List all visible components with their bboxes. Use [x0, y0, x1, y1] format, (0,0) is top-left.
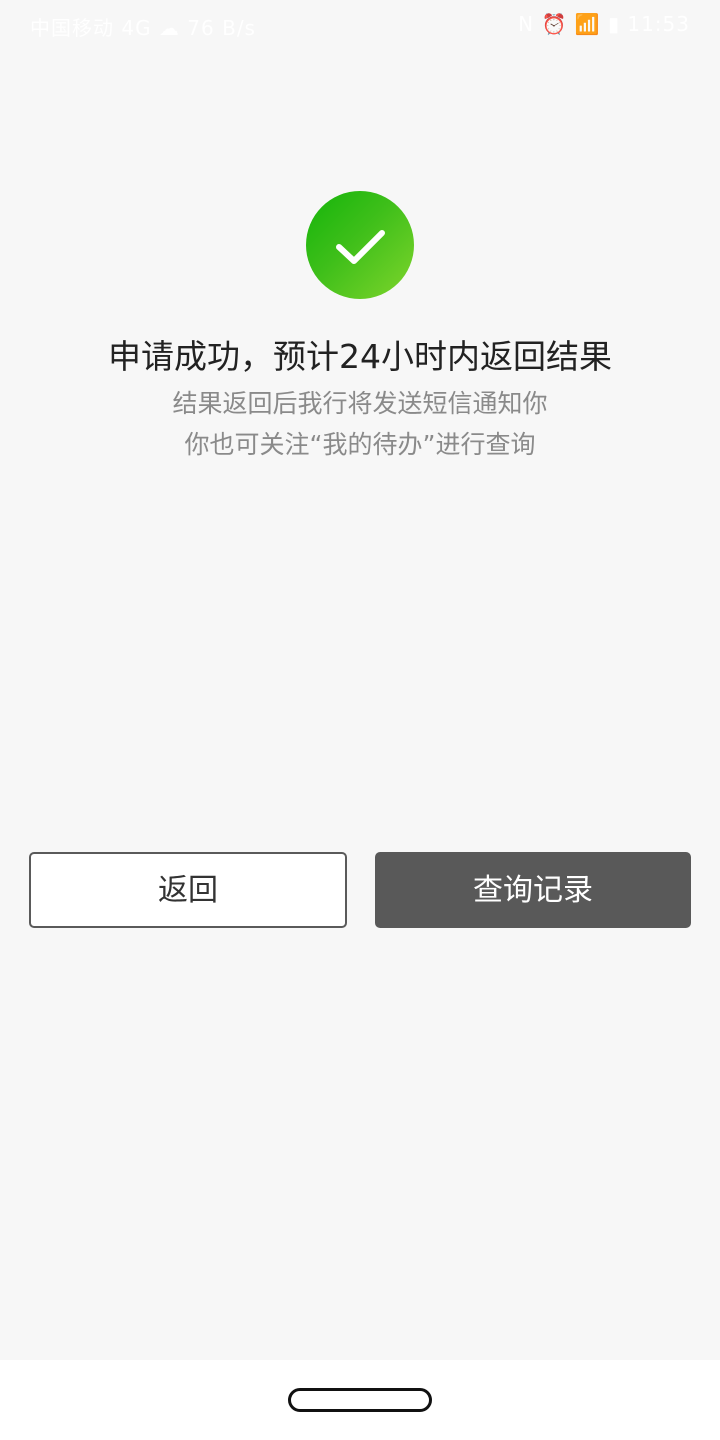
status-bar-left: 中国移动 4G ☁ 76 B/s [30, 16, 256, 40]
query-records-button[interactable]: 查询记录 [375, 852, 691, 928]
home-indicator[interactable] [288, 1388, 432, 1412]
checkmark-icon [336, 230, 385, 264]
result-title: 申请成功，预计24小时内返回结果 [108, 337, 612, 376]
back-button[interactable]: 返回 [29, 852, 347, 928]
result-subtitle-line2: 你也可关注“我的待办”进行查询 [184, 430, 536, 459]
status-bar: 中国移动 4G ☁ 76 B/s N ⏰ 📶 ▮ 11:53 [0, 0, 720, 50]
result-subtitle-line1: 结果返回后我行将发送短信通知你 [172, 389, 548, 418]
success-checkmark-icon [306, 191, 414, 299]
bottom-navigation-bar [0, 1360, 720, 1440]
status-bar-right: N ⏰ 📶 ▮ 11:53 [518, 12, 690, 36]
